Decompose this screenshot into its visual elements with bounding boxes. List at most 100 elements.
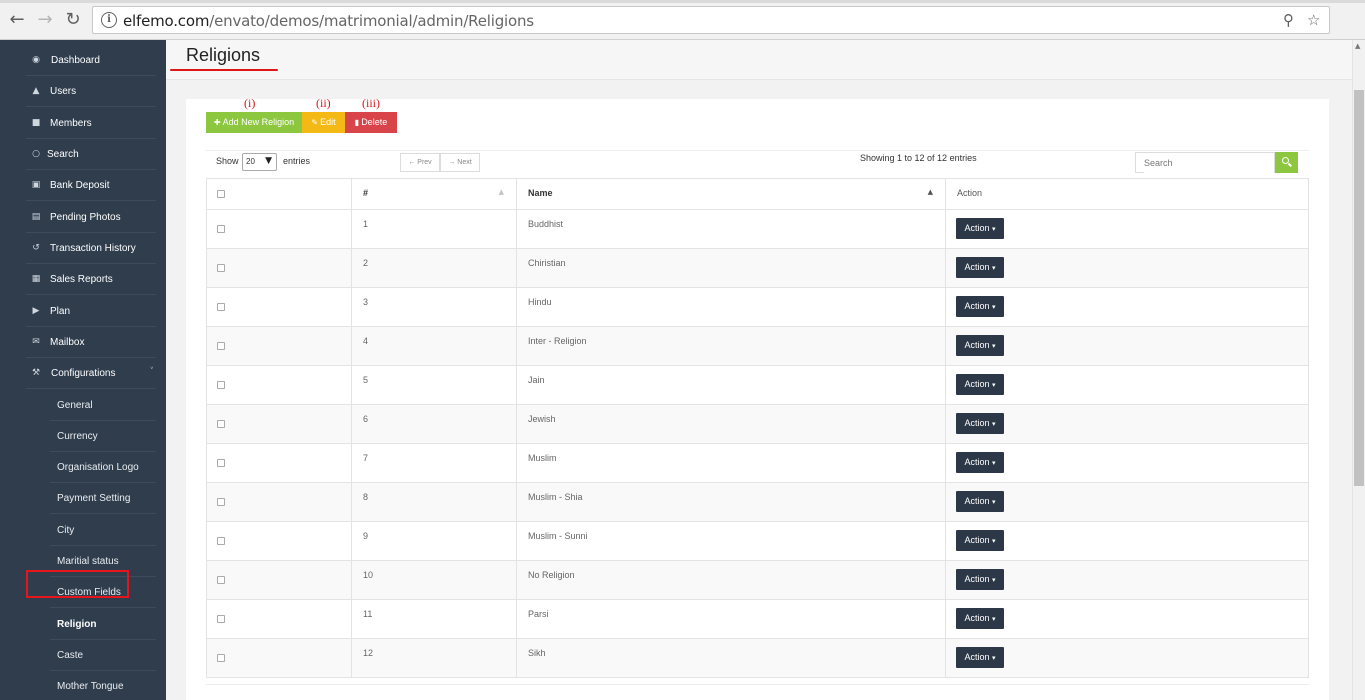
sidebar-item-pending-photos[interactable]: ▤ Pending Photos [0, 202, 166, 233]
row-checkbox[interactable] [217, 576, 225, 584]
address-bar[interactable]: i elfemo.com/envato/demos/matrimonial/ad… [92, 6, 1330, 34]
row-num: 6 [363, 414, 369, 424]
sidebar-item-mailbox[interactable]: ✉ Mailbox [0, 327, 166, 358]
site-info-icon[interactable]: i [101, 12, 117, 28]
row-checkbox[interactable] [217, 225, 225, 233]
sidebar-item-search[interactable]: ○ Search [0, 139, 166, 170]
edit-button[interactable]: ✎ Edit [302, 112, 345, 133]
row-checkbox[interactable] [217, 303, 225, 311]
action-dropdown-button[interactable]: Action ▾ [956, 218, 1004, 239]
search-input[interactable] [1144, 153, 1274, 173]
sidebar-item-sales-reports[interactable]: ▦ Sales Reports [0, 264, 166, 295]
prev-button[interactable]: ← Prev [400, 153, 440, 172]
header-name: Name [528, 188, 553, 198]
page-length-select[interactable]: 20 ▼ [242, 153, 277, 171]
row-name: Buddhist [528, 219, 564, 229]
sidebar-separator [50, 513, 156, 514]
row-name: Hindu [528, 297, 552, 307]
next-button[interactable]: → Next [440, 153, 480, 172]
sidebar-item-users[interactable]: ▲ Users [0, 76, 166, 107]
caret-down-icon: ▾ [992, 460, 996, 467]
action-dropdown-button[interactable]: Action ▾ [956, 374, 1004, 395]
sidebar-subitem-mother-tongue[interactable]: Mother Tongue [0, 671, 166, 700]
header-name-cell[interactable]: Name ▲ [517, 179, 946, 209]
action-dropdown-button[interactable]: Action ▾ [956, 452, 1004, 473]
sidebar-item-configurations[interactable]: ⚒ Configurations ˅ [0, 358, 166, 389]
edit-icon: ✎ [311, 118, 319, 127]
row-check-cell [207, 210, 352, 248]
sidebar-subitem-label: Caste [57, 650, 84, 661]
scroll-up-icon[interactable]: ▲ [1355, 42, 1360, 50]
row-name-cell: No Religion [517, 561, 946, 599]
table-row: 10 No Religion Action ▾ [206, 561, 1309, 600]
annotation-delete: (iii) [362, 96, 380, 110]
sidebar-subitem-city[interactable]: City [0, 515, 166, 546]
sidebar-subitem-general[interactable]: General [0, 390, 166, 421]
url-text[interactable]: elfemo.com/envato/demos/matrimonial/admi… [123, 12, 534, 30]
sidebar-item-plan[interactable]: ▶ Plan [0, 296, 166, 327]
search-field[interactable] [1135, 152, 1275, 173]
sidebar-item-label: Pending Photos [50, 212, 121, 223]
action-dropdown-button[interactable]: Action ▾ [956, 608, 1004, 629]
sidebar-subitem-payment-setting[interactable]: Payment Setting [0, 483, 166, 514]
header-action-cell: Action [946, 179, 1308, 209]
sidebar-subitem-caste[interactable]: Caste [0, 640, 166, 671]
reload-icon[interactable]: ↻ [62, 9, 84, 31]
sidebar-item-members[interactable]: ■ Members [0, 108, 166, 139]
action-dropdown-button[interactable]: Action ▾ [956, 296, 1004, 317]
row-name-cell: Muslim - Sunni [517, 522, 946, 560]
plus-circle-icon: ✚ [213, 118, 221, 127]
back-icon[interactable]: ← [6, 9, 28, 31]
row-checkbox[interactable] [217, 420, 225, 428]
sidebar-item-transaction-history[interactable]: ↺ Transaction History [0, 233, 166, 264]
row-name: Jewish [528, 414, 556, 424]
bookmark-star-icon[interactable]: ☆ [1307, 11, 1320, 29]
zoom-icon[interactable]: ⚲ [1283, 11, 1294, 29]
row-checkbox[interactable] [217, 498, 225, 506]
sidebar-item-label: Configurations [51, 368, 116, 379]
header-check-cell [207, 179, 352, 209]
row-check-cell [207, 366, 352, 404]
url-path: /envato/demos/matrimonial/admin/Religion… [209, 12, 534, 30]
select-all-checkbox[interactable] [217, 190, 225, 198]
forward-icon[interactable]: → [34, 9, 56, 31]
row-checkbox[interactable] [217, 381, 225, 389]
sidebar-subitem-organisation-logo[interactable]: Organisation Logo [0, 452, 166, 483]
action-dropdown-button[interactable]: Action ▾ [956, 491, 1004, 512]
delete-button[interactable]: ▮ Delete [345, 112, 397, 133]
action-dropdown-button[interactable]: Action ▾ [956, 647, 1004, 668]
header-num-cell[interactable]: # ▲︎ [352, 179, 517, 209]
sidebar-subitem-religion[interactable]: Religion [0, 609, 166, 640]
action-dropdown-button[interactable]: Action ▾ [956, 530, 1004, 551]
sidebar-subitem-currency[interactable]: Currency [0, 421, 166, 452]
row-num: 3 [363, 297, 369, 307]
scroll-thumb[interactable] [1354, 90, 1364, 486]
action-dropdown-button[interactable]: Action ▾ [956, 257, 1004, 278]
action-dropdown-button[interactable]: Action ▾ [956, 335, 1004, 356]
religions-table: # ▲︎ Name ▲ Action 1 Buddhist Action ▾ 2 Chiri… [206, 178, 1309, 678]
row-check-cell [207, 288, 352, 326]
search-button[interactable] [1275, 152, 1298, 173]
row-checkbox[interactable] [217, 537, 225, 545]
row-num-cell: 12 [352, 639, 517, 677]
row-name-cell: Parsi [517, 600, 946, 638]
row-num: 1 [363, 219, 369, 229]
row-checkbox[interactable] [217, 615, 225, 623]
sidebar-item-dashboard[interactable]: ◉ Dashboard [0, 45, 166, 76]
sidebar-subitem-label: Payment Setting [57, 493, 131, 504]
page-scrollbar[interactable]: ▲ [1352, 40, 1365, 700]
add-religion-button[interactable]: ✚ Add New Religion [206, 112, 302, 133]
action-dropdown-button[interactable]: Action ▾ [956, 569, 1004, 590]
action-dropdown-button[interactable]: Action ▾ [956, 413, 1004, 434]
row-checkbox[interactable] [217, 459, 225, 467]
sidebar-separator [26, 106, 156, 107]
sidebar-subitem-label: Religion [57, 619, 97, 630]
row-checkbox[interactable] [217, 342, 225, 350]
row-num: 8 [363, 492, 369, 502]
row-checkbox[interactable] [217, 264, 225, 272]
search-icon [1282, 157, 1289, 164]
configurations-icon: ⚒ [31, 368, 41, 378]
row-checkbox[interactable] [217, 654, 225, 662]
row-num: 2 [363, 258, 369, 268]
sidebar-item-bank-deposit[interactable]: ▣ Bank Deposit [0, 170, 166, 201]
